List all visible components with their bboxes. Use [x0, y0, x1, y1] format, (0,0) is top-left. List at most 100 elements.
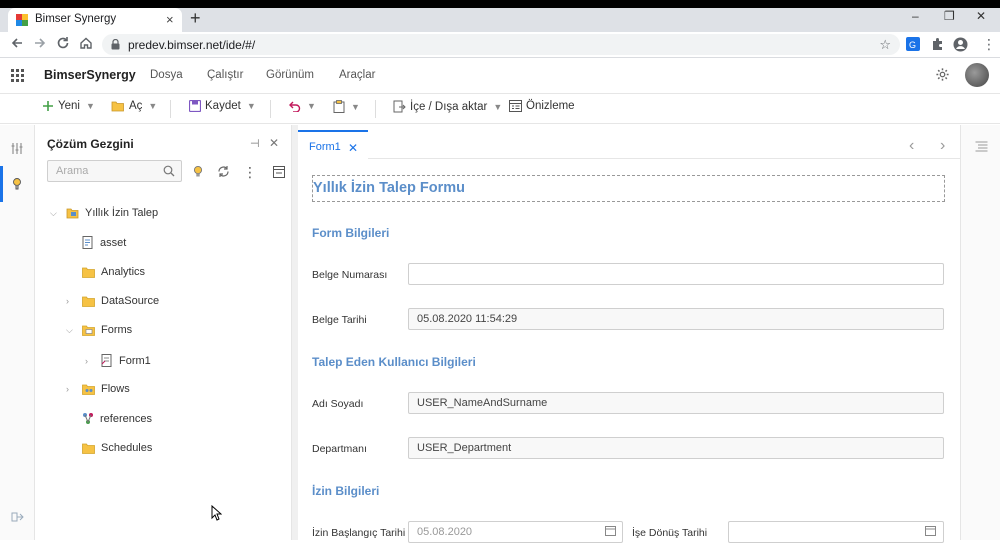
close-tab-icon[interactable]: ×: [166, 12, 174, 27]
leave-start-label: İzin Başlangıç Tarihi: [312, 527, 406, 539]
expand-down-icon[interactable]: ⌵: [66, 325, 76, 336]
menu-araclar[interactable]: Araçlar: [339, 69, 375, 81]
window-top-band: [0, 0, 1000, 8]
folder-icon: [82, 296, 95, 307]
lightbulb-icon[interactable]: [192, 165, 204, 178]
flows-icon: [82, 384, 95, 395]
chevron-down-icon: ▼: [85, 101, 95, 111]
profile-icon[interactable]: [953, 37, 968, 52]
pin-icon[interactable]: ⊣: [250, 137, 260, 150]
refresh-tree-icon[interactable]: [217, 165, 230, 178]
tree-item[interactable]: asset: [66, 236, 126, 249]
expand-down-icon[interactable]: ⌵: [50, 208, 60, 219]
url-text: predev.bimser.net/ide/#/: [128, 38, 256, 52]
menu-calistir[interactable]: Çalıştır: [207, 69, 243, 81]
tree-item[interactable]: Analytics: [66, 266, 145, 278]
expand-right-icon[interactable]: ›: [85, 356, 95, 366]
folder-icon: [82, 267, 95, 278]
project-icon: [66, 207, 79, 219]
chevron-down-icon: ▼: [307, 101, 316, 111]
name-value: USER_NameAndSurname: [417, 397, 548, 409]
menu-dosya[interactable]: Dosya: [150, 69, 183, 81]
import-export-button[interactable]: İçe / Dışa aktar ▼: [393, 100, 502, 113]
explorer-search-input[interactable]: [48, 161, 158, 181]
url-bar[interactable]: predev.bimser.net/ide/#/ ☆: [102, 34, 900, 55]
save-button[interactable]: Kaydet ▼: [189, 100, 256, 112]
reload-icon[interactable]: [56, 36, 70, 50]
form-icon: [101, 354, 113, 367]
mouse-cursor-icon: [211, 505, 222, 521]
toolbox-icon[interactable]: [11, 142, 24, 155]
back-icon[interactable]: [10, 36, 24, 50]
restore-button[interactable]: ❐: [944, 9, 955, 23]
chevron-right-icon[interactable]: ›: [940, 137, 945, 155]
tree-item[interactable]: › Flows: [66, 383, 130, 395]
calendar-icon[interactable]: [605, 525, 616, 536]
search-icon[interactable]: [163, 165, 175, 177]
minimize-button[interactable]: –: [912, 9, 919, 23]
new-tab-button[interactable]: +: [190, 8, 201, 28]
doc-date-value: 05.08.2020 11:54:29: [417, 313, 518, 325]
new-button[interactable]: Yeni ▼: [42, 100, 95, 112]
user-avatar[interactable]: [965, 63, 989, 87]
settings-gear-icon[interactable]: [935, 67, 950, 82]
rail-active-indicator: [0, 166, 3, 202]
close-panel-icon[interactable]: ✕: [269, 136, 279, 150]
clipboard-icon: [333, 100, 345, 113]
extensions-icon[interactable]: [930, 37, 944, 51]
tree-item-label: references: [100, 412, 152, 425]
tab-form1-label: Form1: [309, 141, 341, 153]
tree-item-label: Yıllık İzin Talep: [85, 207, 159, 219]
collapse-all-icon[interactable]: [273, 166, 285, 178]
forward-icon[interactable]: [33, 36, 47, 50]
properties-list-icon[interactable]: [975, 141, 988, 153]
open-button-label: Aç: [129, 100, 143, 112]
chevron-left-icon[interactable]: ‹: [909, 137, 914, 155]
tree-item-label: Form1: [119, 354, 151, 367]
tree-item[interactable]: Schedules: [66, 442, 152, 454]
bottom-rail-icon[interactable]: [11, 509, 24, 522]
department-label: Departmanı: [312, 443, 367, 455]
translate-icon[interactable]: G: [906, 37, 920, 51]
tree-item-label: Forms: [101, 324, 133, 336]
solution-explorer-icon[interactable]: [11, 177, 24, 190]
bookmark-star-icon[interactable]: ☆: [879, 37, 891, 53]
clipboard-button[interactable]: ▼: [333, 100, 360, 113]
undo-icon: [288, 100, 301, 112]
tab-form1[interactable]: Form1 ✕: [298, 130, 368, 160]
form-designer-canvas: [298, 160, 960, 540]
menu-gorunum[interactable]: Görünüm: [266, 69, 314, 81]
forms-icon: [82, 325, 95, 336]
browser-menu-icon[interactable]: ⋮: [982, 36, 996, 53]
name-field[interactable]: USER_NameAndSurname: [408, 392, 944, 414]
leave-start-value: 05.08.2020: [417, 526, 473, 538]
preview-button[interactable]: Önizleme: [509, 100, 575, 112]
more-options-icon[interactable]: ⋮: [243, 164, 257, 181]
calendar-icon[interactable]: [925, 525, 936, 536]
tree-item[interactable]: ⌵ Forms: [66, 324, 132, 336]
tree-item[interactable]: › Form1: [85, 354, 151, 367]
tree-item[interactable]: › DataSource: [66, 295, 159, 307]
form-title: Yıllık İzin Talep Formu: [313, 180, 466, 196]
expand-right-icon[interactable]: ›: [66, 296, 76, 306]
tree-item[interactable]: ⌵ Yıllık İzin Talep: [50, 207, 158, 219]
expand-right-icon[interactable]: ›: [66, 384, 76, 394]
app-name: BimserSynergy: [44, 68, 136, 82]
doc-number-field[interactable]: [408, 263, 944, 285]
browser-tab[interactable]: Bimser Synergy ×: [8, 8, 182, 32]
open-button[interactable]: Aç ▼: [111, 100, 157, 112]
chevron-down-icon: ▼: [148, 101, 158, 111]
close-window-button[interactable]: ✕: [976, 9, 986, 23]
doc-date-field[interactable]: 05.08.2020 11:54:29: [408, 308, 944, 330]
home-icon[interactable]: [79, 36, 93, 50]
chevron-down-icon: ▼: [493, 101, 503, 112]
new-button-label: Yeni: [58, 100, 80, 112]
toolbar-separator: [170, 100, 171, 118]
explorer-search: [47, 160, 182, 182]
toolbar-separator: [375, 100, 376, 118]
department-field[interactable]: USER_Department: [408, 437, 944, 459]
app-launcher-icon[interactable]: [11, 69, 24, 82]
tree-item[interactable]: references: [66, 412, 152, 425]
undo-button[interactable]: ▼: [288, 100, 316, 112]
close-icon[interactable]: ✕: [348, 141, 358, 155]
